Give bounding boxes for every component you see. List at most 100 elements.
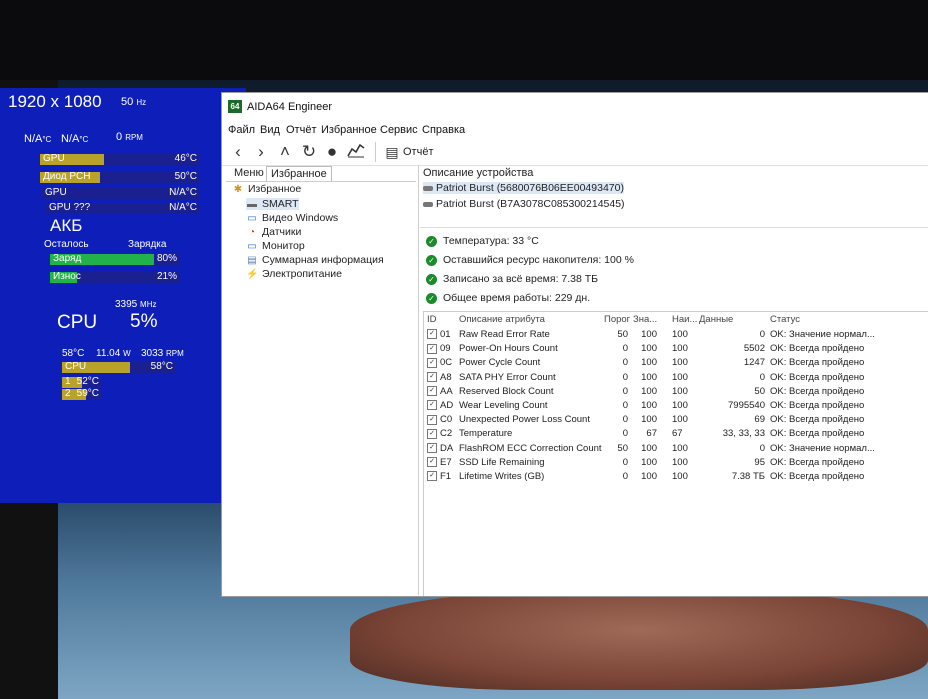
title-bar[interactable]: 64 AIDA64 Engineer (222, 93, 928, 121)
menu-file[interactable]: Файл (228, 124, 255, 136)
device-item[interactable]: Patriot Burst (B7A3078C085300214545) (423, 198, 625, 210)
tree-item[interactable]: ▭ Видео Windows (246, 212, 338, 224)
tree-item[interactable]: ✱ Избранное (232, 183, 301, 195)
checkbox-icon[interactable]: ✓ (427, 400, 437, 411)
refresh-icon[interactable]: ↻ (299, 142, 319, 162)
column-header[interactable]: Порог (604, 314, 630, 325)
checkbox-icon[interactable]: ✓ (427, 443, 437, 454)
table-cell: 0 (622, 471, 628, 482)
aida64-window[interactable]: 64 AIDA64 Engineer Файл Вид Отчёт Избран… (221, 92, 928, 597)
menu-help[interactable]: Справка (422, 124, 465, 136)
remaining-label: Осталось (44, 239, 89, 250)
checkbox-icon[interactable]: ✓ (427, 414, 437, 425)
table-cell: OK: Всегда пройдено (770, 471, 865, 482)
table-cell: 100 (641, 442, 657, 454)
checkbox-icon[interactable]: ✓ (427, 357, 437, 368)
table-row[interactable]: ✓ C0 Unexpected Power Loss Count 0 100 100 69 O… (424, 414, 928, 428)
table-cell: 0 (759, 371, 765, 383)
attribute-id: ✓ C0 (427, 414, 452, 425)
wallpaper-bear (350, 590, 928, 690)
monitor-icon: ▭ (247, 241, 257, 252)
tab-favorites[interactable]: Избранное (266, 166, 332, 181)
tree-item[interactable]: ▭ Монитор (246, 240, 304, 252)
table-cell: Raw Read Error Rate (459, 329, 550, 340)
chart-icon[interactable] (346, 142, 366, 162)
checkbox-icon[interactable]: ✓ (427, 428, 437, 439)
tab-menu[interactable]: Меню (230, 166, 268, 180)
table-row[interactable]: ✓ F1 Lifetime Writes (GB) 0 100 100 7.38 ТБ OK:… (424, 471, 928, 485)
up-icon[interactable]: ˄ (275, 142, 295, 162)
attribute-id: ✓ 01 (427, 329, 451, 340)
checkbox-icon[interactable]: ✓ (427, 343, 437, 354)
tree-item[interactable]: ◔ Датчики (246, 226, 301, 238)
menu-view[interactable]: Вид (260, 124, 280, 136)
checkbox-icon[interactable]: ✓ (427, 372, 437, 383)
attribute-id: ✓ AD (427, 400, 453, 411)
column-header[interactable]: Наи... (672, 314, 697, 325)
wear-bar: Износ 21% (50, 271, 180, 283)
checkbox-icon[interactable]: ✓ (427, 386, 437, 397)
tree-item[interactable]: ⚡ Электропитание (246, 268, 342, 280)
table-cell: 0 (759, 329, 765, 340)
checkbox-icon[interactable]: ✓ (427, 457, 437, 468)
panel-splitter[interactable] (418, 165, 419, 595)
table-row[interactable]: ✓ C2 Temperature 0 67 67 33, 33, 33 OK: Всегда … (424, 428, 928, 442)
table-cell: 0 (759, 442, 765, 454)
table-cell: 100 (641, 385, 657, 397)
table-cell: SATA PHY Error Count (459, 371, 556, 383)
tree-item[interactable]: ▬ SMART (246, 198, 299, 210)
menu-service[interactable]: Сервис (380, 124, 418, 136)
table-cell: 0 (622, 456, 628, 468)
app-icon: 64 (228, 100, 242, 113)
table-cell: Wear Leveling Count (459, 400, 548, 411)
toolbar: ‹ › ˄ ↻ ● ▤ Отчёт (222, 139, 928, 166)
column-header[interactable]: ID (427, 314, 437, 325)
table-cell: Lifetime Writes (GB) (459, 471, 545, 482)
user-icon[interactable]: ● (322, 142, 342, 162)
attribute-id: ✓ 0C (427, 357, 452, 368)
table-row[interactable]: ✓ AA Reserved Block Count 0 100 100 50 OK: Всег… (424, 386, 928, 400)
table-row[interactable]: ✓ AD Wear Leveling Count 0 100 100 7995540 OK: … (424, 400, 928, 414)
favorites-tree: ✱ Избранное ▬ SMART ▭ Видео Windows ◔ Датчики ▭ М… (226, 183, 416, 593)
menu-favorites[interactable]: Избранное (321, 124, 377, 136)
back-icon[interactable]: ‹ (228, 142, 248, 162)
checkbox-icon[interactable]: ✓ (427, 329, 437, 340)
device-item[interactable]: Patriot Burst (5680076B06EE00493470) (423, 182, 624, 194)
table-cell: 50 (617, 329, 628, 340)
table-row[interactable]: ✓ 01 Raw Read Error Rate 50 100 100 0 OK: Значе… (424, 329, 928, 343)
table-cell: 100 (641, 471, 657, 482)
drive-icon (423, 185, 433, 191)
sensor-overlay-panel: 1920 x 1080 50 Hz N/A°C N/A°C 0 RPM GPU 4… (0, 88, 246, 503)
sensor-icon: ◔ (248, 227, 256, 238)
table-cell: 67 (672, 428, 683, 440)
column-header[interactable]: Данные (699, 314, 733, 325)
column-header[interactable]: Зна... (633, 314, 657, 325)
table-cell: 95 (754, 456, 765, 468)
ok-check-icon: ✓ (426, 273, 437, 285)
table-cell: SSD Life Remaining (459, 456, 545, 468)
forward-icon[interactable]: › (251, 142, 271, 162)
table-row[interactable]: ✓ 09 Power-On Hours Count 0 100 100 5502 OK: Вс… (424, 343, 928, 357)
report-button-label[interactable]: Отчёт (403, 146, 433, 158)
tree-item[interactable]: ▤ Суммарная информация (246, 254, 383, 266)
table-cell: 100 (641, 414, 657, 426)
table-row[interactable]: ✓ 0C Power Cycle Count 0 100 100 1247 OK: Всегд… (424, 357, 928, 371)
sensor-bar: GPU 46°C (40, 153, 200, 165)
attribute-id: ✓ AA (427, 386, 453, 397)
column-header[interactable]: Описание атрибута (459, 314, 545, 325)
table-cell: 100 (672, 329, 688, 340)
table-cell: 69 (754, 414, 765, 426)
left-tabs: Меню Избранное (226, 166, 416, 182)
table-row[interactable]: ✓ DA FlashROM ECC Correction Count 50 100 100… (424, 443, 928, 457)
attribute-id: ✓ E7 (427, 457, 452, 468)
checkbox-icon[interactable]: ✓ (427, 471, 437, 482)
cpu-label: CPU (57, 312, 98, 333)
table-cell: 100 (672, 442, 688, 454)
device-list: Patriot Burst (5680076B06EE00493470) Pat… (420, 181, 928, 228)
column-header[interactable]: Статус (770, 314, 800, 325)
report-icon[interactable]: ▤ (382, 142, 402, 162)
table-row[interactable]: ✓ E7 SSD Life Remaining 0 100 100 95 OK: Всегда… (424, 457, 928, 471)
table-row[interactable]: ✓ A8 SATA PHY Error Count 0 100 100 0 OK: Всегд… (424, 372, 928, 386)
menu-report[interactable]: Отчёт (286, 124, 316, 136)
menu-bar: Файл Вид Отчёт Избранное Сервис Справка (222, 121, 928, 139)
